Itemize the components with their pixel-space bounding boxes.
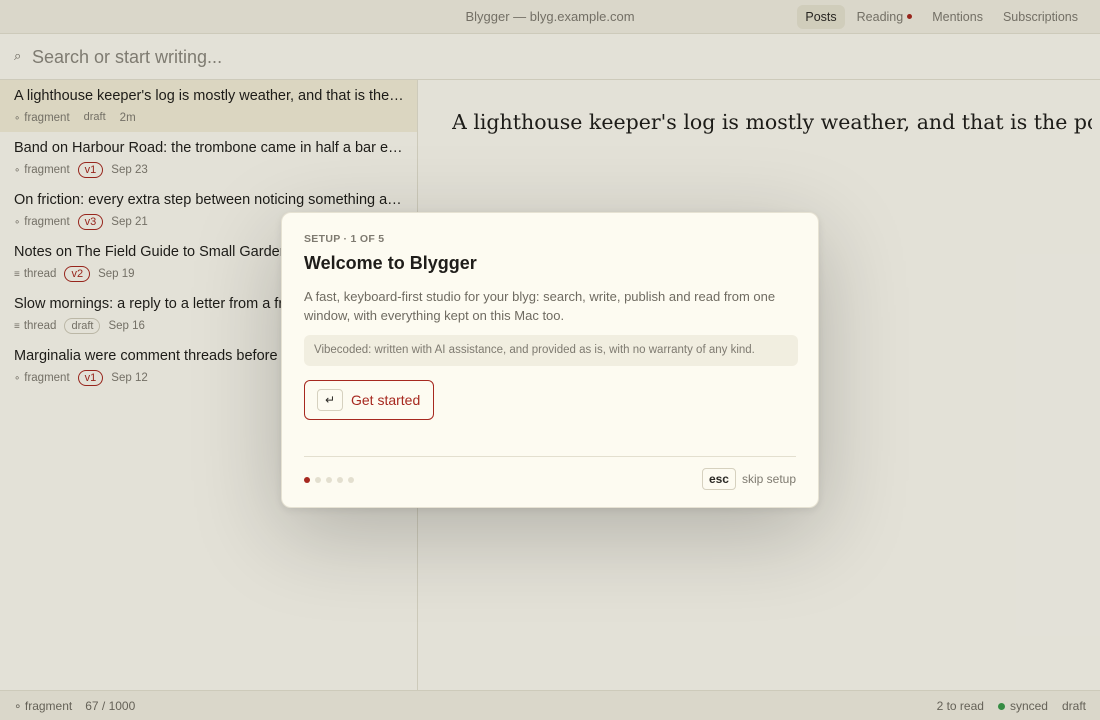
disclaimer-note: Vibecoded: written with AI assistance, a… [304,335,798,366]
progress-dot [326,477,332,483]
dialog-title: Welcome to Blygger [304,253,477,273]
esc-key: esc [701,468,736,490]
get-started-label: Get started [351,392,421,408]
skip-setup-label: skip setup [741,472,796,486]
setup-progress [304,477,354,483]
dialog-description: A fast, keyboard-first studio for your b… [304,289,776,323]
setup-dialog: SETUP · 1 OF 5 Welcome to Blygger A fast… [281,212,819,508]
setup-step-label: SETUP · 1 OF 5 [304,233,385,245]
dialog-footer: esc skip setup [304,456,796,496]
progress-dot [315,477,321,483]
progress-dot [304,477,310,483]
progress-dot [348,477,354,483]
get-started-button[interactable]: ↵ Get started [304,380,435,420]
progress-dot [337,477,343,483]
return-key-icon: ↵ [317,389,343,411]
skip-setup-button[interactable]: esc skip setup [701,468,796,490]
